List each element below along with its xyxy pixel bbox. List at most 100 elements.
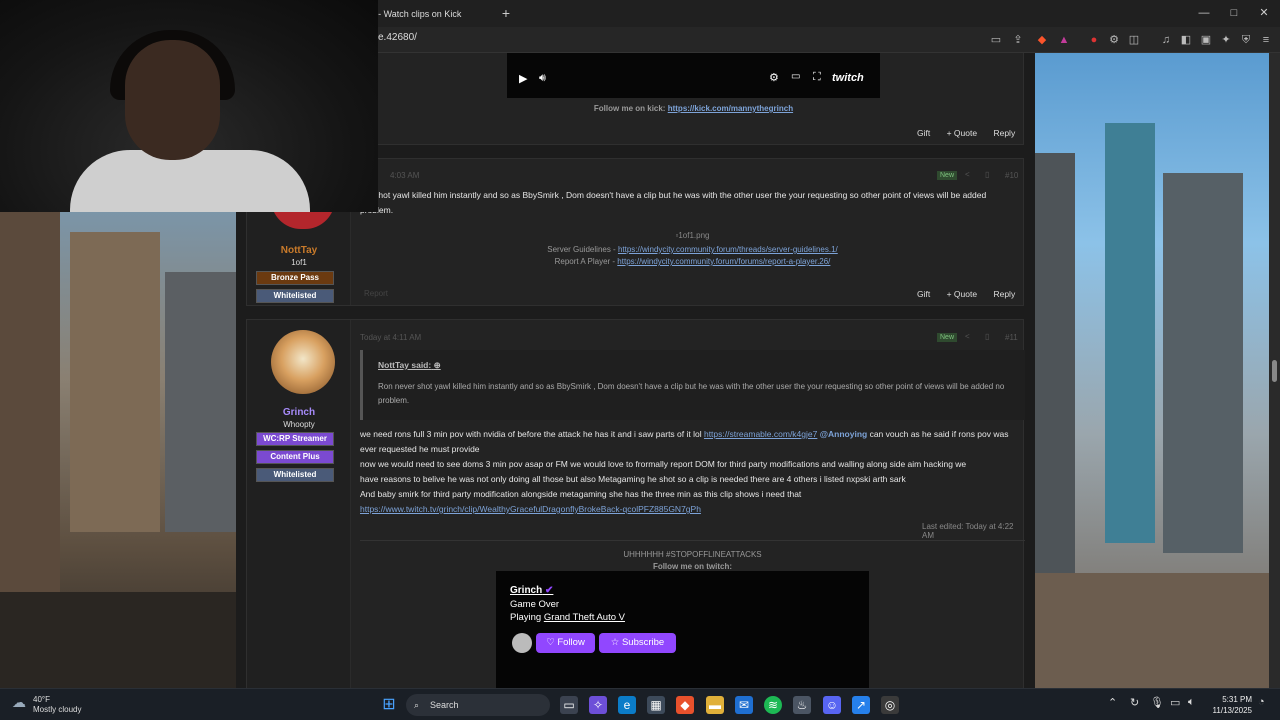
guidelines-link[interactable]: https://windycity.community.forum/thread…: [618, 245, 838, 254]
minimize-button[interactable]: —: [1192, 4, 1216, 22]
quote-author[interactable]: NottTay said:: [378, 360, 431, 370]
vpn-icon[interactable]: ⛨: [1238, 32, 1254, 48]
share-icon[interactable]: <: [965, 170, 970, 179]
discord-icon[interactable]: ☺: [823, 696, 841, 714]
wallet-icon[interactable]: ▣: [1198, 32, 1214, 48]
mention-link[interactable]: @Annoying: [820, 429, 867, 439]
sidebar-icon[interactable]: ◧: [1178, 32, 1194, 48]
game-link[interactable]: Grand Theft Auto V: [544, 612, 625, 623]
banner-whitelisted: Whitelisted: [256, 289, 334, 303]
reply-button[interactable]: Reply: [993, 289, 1015, 299]
follow-button[interactable]: ♡ Follow: [536, 633, 595, 653]
message-text: can vouch as he said if rons pov was: [867, 429, 1009, 439]
quote-button[interactable]: + Quote: [947, 128, 977, 138]
copilot-icon[interactable]: ✧: [589, 696, 607, 714]
network-icon[interactable]: ▭: [1170, 696, 1180, 709]
bookmark-icon[interactable]: ▯: [985, 170, 989, 179]
taskbar-search[interactable]: ⌕ Search: [406, 694, 550, 716]
post-actions: Gift + Quote Reply: [903, 289, 1015, 299]
report-line: Report A Player - https://windycity.comm…: [360, 257, 1025, 266]
arrow-up-icon[interactable]: ⊕: [434, 360, 441, 370]
twitch-embed[interactable]: Grinch ✔ Game Over Playing Grand Theft A…: [496, 571, 869, 688]
notification-icon[interactable]: ◔: [1258, 696, 1265, 708]
reply-button[interactable]: Reply: [993, 128, 1015, 138]
user-column: Grinch Whoopty WC:RP Streamer Content Pl…: [247, 320, 351, 688]
bookmark-icon[interactable]: ▯: [985, 332, 989, 341]
edge-icon[interactable]: e: [618, 696, 636, 714]
avatar[interactable]: [512, 633, 532, 653]
volume-icon[interactable]: 🔊︎: [539, 72, 546, 85]
reader-icon[interactable]: ▭: [988, 32, 1004, 48]
app-icon[interactable]: ↗: [852, 696, 870, 714]
volume-icon[interactable]: 🔈︎: [1188, 696, 1195, 709]
image-alt-text: 1of1.png: [678, 231, 710, 240]
menu-icon[interactable]: ≡: [1258, 32, 1274, 48]
page-scrollbar-thumb[interactable]: [1272, 360, 1277, 382]
system-clock[interactable]: 5:31 PM 11/13/2025: [1208, 694, 1252, 716]
file-explorer-icon[interactable]: ▬: [706, 696, 724, 714]
kick-video-player[interactable]: ▶ 🔊︎ ⚙ ▭ ⛶ twitch: [507, 53, 880, 98]
channel-name[interactable]: Grinch ✔: [510, 585, 553, 596]
post-number[interactable]: #11: [1005, 333, 1018, 342]
post-message: ver shot yawl killed him instantly and s…: [360, 188, 1025, 218]
close-window-button[interactable]: ✕: [1252, 4, 1276, 22]
steam-icon[interactable]: ♨: [793, 696, 811, 714]
leo-ai-icon[interactable]: ✦: [1218, 32, 1234, 48]
streamable-link[interactable]: https://streamable.com/k4gje7: [704, 429, 817, 439]
url-field[interactable]: e.42680/: [378, 32, 417, 43]
share-icon[interactable]: <: [965, 332, 970, 341]
chevron-up-icon[interactable]: ⌃: [1108, 696, 1117, 709]
brave-rewards-icon[interactable]: ▲: [1056, 32, 1072, 48]
banner-whitelisted: Whitelisted: [256, 468, 334, 482]
verified-icon: ✔: [545, 585, 554, 596]
banner-bronze-pass: Bronze Pass: [256, 271, 334, 285]
gift-button[interactable]: Gift: [917, 289, 930, 299]
banner-streamer: WC:RP Streamer: [256, 432, 334, 446]
report-link[interactable]: https://windycity.community.forum/forums…: [617, 257, 830, 266]
extension-record-icon[interactable]: ●: [1086, 32, 1102, 48]
banner-content-plus: Content Plus: [256, 450, 334, 464]
post-date[interactable]: Today at 4:11 AM: [360, 333, 421, 342]
avatar[interactable]: [271, 330, 335, 394]
share-icon[interactable]: ⇪: [1010, 32, 1026, 48]
brave-shield-icon[interactable]: ◆: [1034, 32, 1050, 48]
post-date[interactable]: 4:03 AM: [390, 171, 419, 180]
extension-icon[interactable]: ⚙: [1106, 32, 1122, 48]
settings-icon[interactable]: ⚙: [769, 71, 779, 84]
start-icon[interactable]: ⊞: [380, 696, 398, 714]
clock-date: 11/13/2025: [1212, 706, 1252, 715]
report-button[interactable]: Report: [364, 289, 388, 298]
post-number[interactable]: #10: [1005, 171, 1018, 180]
fullscreen-icon[interactable]: ⛶: [813, 71, 821, 84]
spotify-icon[interactable]: ≋: [764, 696, 782, 714]
maximize-button[interactable]: □: [1222, 4, 1246, 22]
quote-button[interactable]: + Quote: [947, 289, 977, 299]
post-actions: Gift + Quote Reply: [903, 128, 1015, 138]
new-tab-button[interactable]: +: [498, 4, 514, 22]
kick-link[interactable]: https://kick.com/mannythegrinch: [668, 104, 793, 113]
username[interactable]: NottTay: [247, 245, 351, 256]
obs-icon[interactable]: ◎: [881, 696, 899, 714]
store-icon[interactable]: ▦: [647, 696, 665, 714]
browser-tab[interactable]: │ - Watch clips on Kick: [370, 3, 490, 25]
background-city-photo-left: [0, 212, 236, 688]
music-icon[interactable]: ♫: [1158, 32, 1174, 48]
gift-button[interactable]: Gift: [917, 128, 930, 138]
subscribe-label: Subscribe: [621, 637, 665, 648]
cast-icon[interactable]: ▭: [791, 71, 800, 82]
brave-icon[interactable]: ◆: [676, 696, 694, 714]
screenshot-icon[interactable]: ◫: [1126, 32, 1142, 48]
post-message: we need rons full 3 min pov with nvidia …: [360, 427, 1025, 517]
search-placeholder: Search: [430, 700, 459, 710]
username[interactable]: Grinch: [247, 407, 351, 418]
play-icon[interactable]: ▶: [519, 72, 527, 85]
sync-icon[interactable]: ↻: [1130, 696, 1139, 709]
mail-icon[interactable]: ✉: [735, 696, 753, 714]
task-view-icon[interactable]: ▭: [560, 696, 578, 714]
twitch-clip-link[interactable]: https://www.twitch.tv/grinch/clip/Wealth…: [360, 502, 1025, 517]
microphone-icon[interactable]: 🎙︎: [1150, 696, 1164, 709]
quote-author-link[interactable]: NottTay said: ⊕: [378, 360, 441, 371]
subscribe-button[interactable]: ☆ Subscribe: [599, 633, 676, 653]
user-title: 1of1: [291, 258, 307, 267]
channel-name-text[interactable]: Grinch: [510, 585, 542, 596]
